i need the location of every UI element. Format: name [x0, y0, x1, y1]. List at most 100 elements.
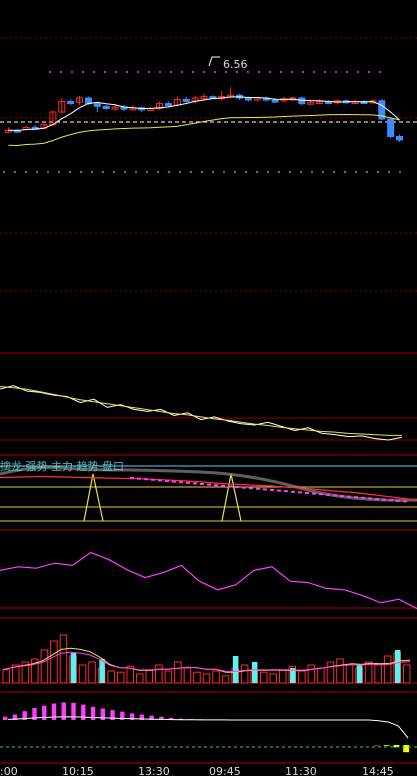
- ind2-magenta-dash: [179, 481, 183, 484]
- ind2-magenta-dash: [389, 499, 393, 502]
- time-label-4: 11:30: [285, 765, 317, 776]
- ind2-magenta-dash: [312, 492, 316, 495]
- ind2-magenta-dash: [361, 496, 365, 499]
- ind2-magenta-dash: [221, 484, 225, 487]
- limit-down-dot: [135, 171, 137, 173]
- limit-down-dot: [157, 171, 159, 173]
- limit-up-dot: [159, 71, 161, 73]
- limit-down-dot: [146, 171, 148, 173]
- ind2-magenta-dash: [186, 481, 190, 484]
- ind2-magenta-dash: [368, 497, 372, 500]
- limit-down-dot: [278, 171, 280, 173]
- limit-down-dot: [80, 171, 82, 173]
- ind2-magenta-dash: [130, 477, 134, 479]
- limit-up-dot: [93, 71, 95, 73]
- ind2-magenta-dash: [193, 482, 197, 485]
- volume-bar-down: [394, 650, 401, 683]
- candle-body: [93, 103, 101, 107]
- limit-up-dot: [60, 71, 62, 73]
- candle-body: [182, 98, 190, 102]
- limit-up-dot: [148, 71, 150, 73]
- ind2-magenta-dash: [137, 477, 141, 480]
- limit-up-dot: [302, 71, 304, 73]
- limit-down-dot: [102, 171, 104, 173]
- candle-body: [271, 99, 279, 103]
- limit-up-dot: [82, 71, 84, 73]
- ind2-magenta-dash: [291, 490, 295, 493]
- ind2-magenta-dash: [340, 495, 344, 497]
- limit-down-dot: [311, 171, 313, 173]
- ind2-magenta-dash: [375, 498, 379, 500]
- limit-up-dot: [115, 71, 117, 73]
- ind5-bar-positive: [3, 716, 8, 720]
- limit-down-dot: [333, 171, 335, 173]
- ind2-magenta-dash: [214, 484, 218, 487]
- limit-up-dot: [225, 71, 227, 73]
- limit-up-dot: [280, 71, 282, 73]
- limit-up-dot: [192, 71, 194, 73]
- limit-down-dot: [14, 171, 16, 173]
- limit-up-dot: [313, 71, 315, 73]
- limit-down-dot: [113, 171, 115, 173]
- limit-down-dot: [300, 171, 302, 173]
- limit-down-dot: [168, 171, 170, 173]
- limit-down-dot: [355, 171, 357, 173]
- ind2-magenta-dash: [396, 499, 400, 502]
- limit-up-dot: [379, 71, 381, 73]
- ind2-magenta-dash: [263, 488, 267, 491]
- limit-up-dot: [137, 71, 139, 73]
- limit-down-dot: [212, 171, 214, 173]
- limit-down-dot: [223, 171, 225, 173]
- limit-down-dot: [366, 171, 368, 173]
- limit-down-dot: [69, 171, 71, 173]
- candle-body: [396, 136, 404, 141]
- ind2-magenta-dash: [326, 493, 330, 496]
- ind2-magenta-dash: [382, 498, 386, 501]
- limit-up-dot: [214, 71, 216, 73]
- limit-down-dot: [289, 171, 291, 173]
- limit-down-dot: [399, 171, 401, 173]
- limit-up-dot: [346, 71, 348, 73]
- ind2-magenta-dash: [228, 485, 232, 488]
- limit-up-dot: [170, 71, 172, 73]
- limit-up-dot: [269, 71, 271, 73]
- limit-up-dot: [324, 71, 326, 73]
- candle-body: [244, 97, 252, 101]
- limit-down-dot: [201, 171, 203, 173]
- ind2-magenta-dash: [200, 483, 204, 485]
- limit-down-dot: [388, 171, 390, 173]
- volume-bar-down: [232, 656, 239, 683]
- ind2-magenta-dash: [172, 480, 176, 483]
- ind2-magenta-dash: [403, 500, 407, 503]
- limit-up-dot: [71, 71, 73, 73]
- limit-down-dot: [36, 171, 38, 173]
- time-label-0: :00: [0, 765, 18, 776]
- ind5-bar-positive: [81, 704, 86, 720]
- limit-down-dot: [91, 171, 93, 173]
- limit-down-dot: [322, 171, 324, 173]
- stock-chart[interactable]: 6.56 擒龙·强势·主力·趋势·盘口:00 10:15 13:30 09:4…: [0, 0, 417, 776]
- limit-down-dot: [267, 171, 269, 173]
- limit-down-dot: [47, 171, 49, 173]
- time-label-5: 14:45: [362, 765, 394, 776]
- ind2-magenta-dash: [256, 487, 260, 490]
- volume-bar-down: [70, 653, 77, 683]
- ind5-bar-negative: [403, 745, 410, 753]
- limit-up-dot: [335, 71, 337, 73]
- limit-up-dot: [104, 71, 106, 73]
- limit-down-dot: [256, 171, 258, 173]
- ind2-magenta-dash: [305, 492, 309, 494]
- limit-up-dot: [181, 71, 183, 73]
- time-label-3: 09:45: [209, 765, 241, 776]
- limit-up-dot: [126, 71, 128, 73]
- ind2-magenta-dash: [270, 489, 274, 491]
- limit-down-dot: [377, 171, 379, 173]
- indicator-legend: 擒龙·强势·主力·趋势·盘口: [0, 459, 124, 473]
- time-label-2: 13:30: [138, 765, 170, 776]
- ind2-magenta-dash: [333, 494, 337, 497]
- ind5-bar-positive: [71, 702, 76, 720]
- ind2-magenta-dash: [284, 490, 288, 493]
- limit-down-dot: [179, 171, 181, 173]
- ind2-magenta-dash: [151, 478, 155, 481]
- limit-down-dot: [25, 171, 27, 173]
